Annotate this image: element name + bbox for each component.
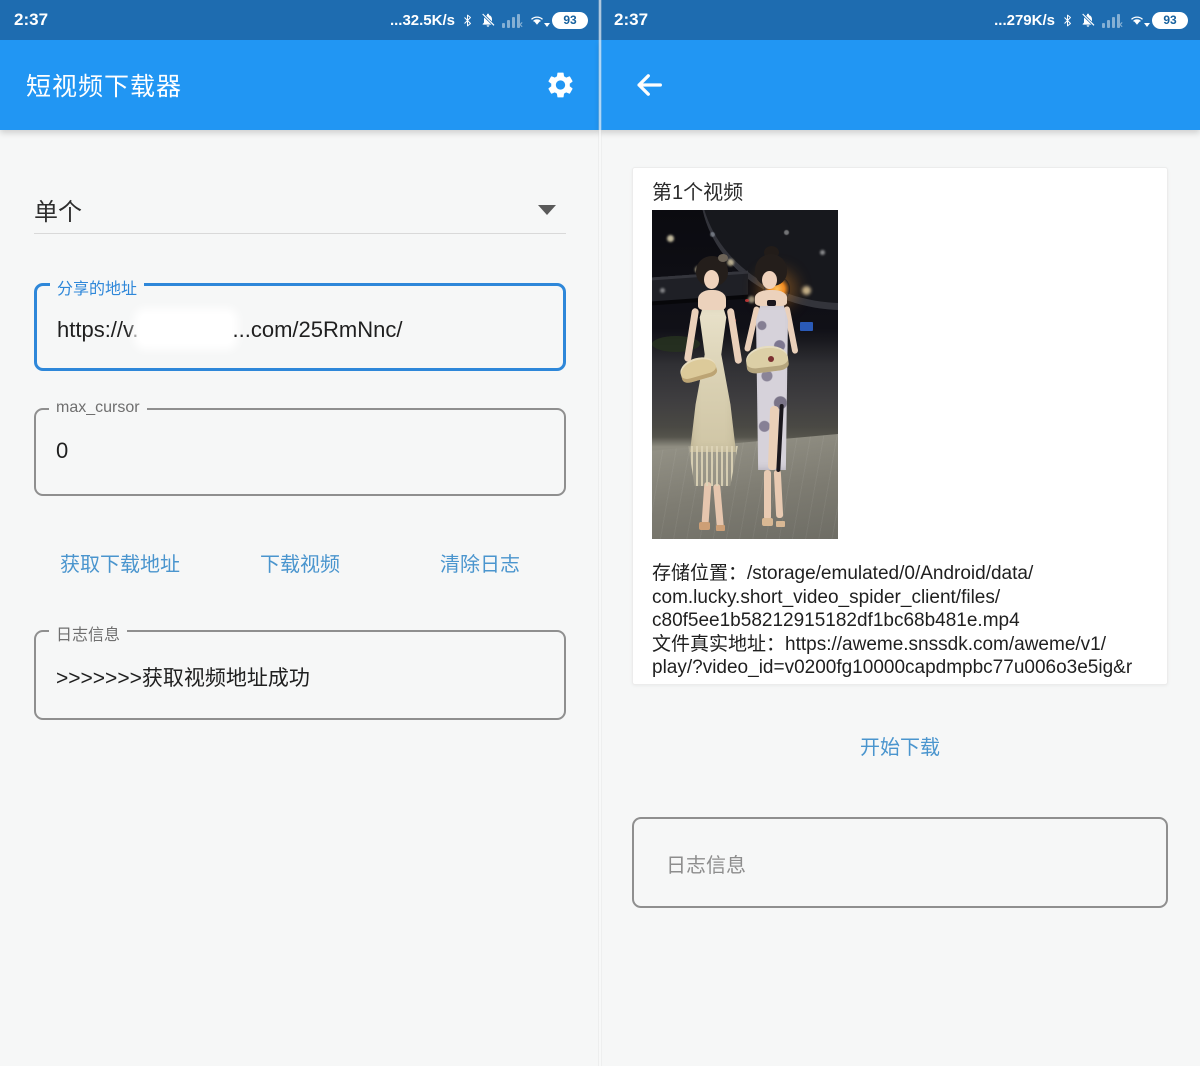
photo-left-woman-shoes <box>699 522 710 530</box>
back-arrow-icon[interactable] <box>632 68 666 102</box>
status-icon-cluster: ...279K/s × 93 <box>994 12 1188 29</box>
share-url-label: 分享的地址 <box>50 275 144 299</box>
status-bar: 2:37 ...279K/s × 93 <box>600 0 1200 40</box>
photo-pavement <box>652 434 838 539</box>
video-result-card: 第1个视频 <box>632 167 1168 685</box>
storage-path-line: com.lucky.short_video_spider_client/file… <box>652 586 1163 610</box>
storage-path-line: c80f5ee1b58212915182df1bc68b481e.mp4 <box>652 609 1163 633</box>
wifi-speed-tick <box>1144 23 1150 27</box>
start-download-button[interactable]: 开始下载 <box>600 731 1200 760</box>
bluetooth-icon <box>1061 12 1074 29</box>
app-bar <box>600 40 1200 130</box>
chevron-down-icon <box>538 205 556 215</box>
log-info-field[interactable]: 日志信息 >>>>>>>获取视频地址成功 <box>34 630 566 720</box>
wifi-icon <box>1128 12 1146 28</box>
share-url-prefix: https://v. <box>57 317 139 342</box>
photo-left-woman-hair-ornament <box>718 254 728 262</box>
mute-bell-icon <box>1080 12 1096 28</box>
network-speed: ...32.5K/s <box>390 12 455 29</box>
file-url-line: play/?video_id=v0200fg10000capdmpbc77u00… <box>652 656 1163 680</box>
mode-dropdown[interactable]: 单个 <box>34 192 566 234</box>
storage-path-line: 存储位置：/storage/emulated/0/Android/data/ <box>652 562 1163 586</box>
status-bar: 2:37 ...32.5K/s × 93 <box>0 0 600 40</box>
right-phone-screen: 2:37 ...279K/s × 93 <box>600 0 1200 1066</box>
video-file-info: 存储位置：/storage/emulated/0/Android/data/ c… <box>652 562 1163 680</box>
get-download-address-button[interactable]: 获取下载地址 <box>60 548 180 577</box>
max-cursor-label: max_cursor <box>49 399 147 417</box>
network-speed: ...279K/s <box>994 12 1055 29</box>
log-info-label: 日志信息 <box>49 621 127 645</box>
log-info-placeholder: 日志信息 <box>666 849 746 878</box>
left-phone-screen: 2:37 ...32.5K/s × 93 短视频下载器 <box>0 0 600 1066</box>
photo-right-woman-leg <box>764 470 771 520</box>
photo-bokeh-lights <box>652 210 657 215</box>
log-info-box[interactable]: 日志信息 <box>632 817 1168 908</box>
share-url-suffix: ...com/25RmNnc/ <box>233 317 403 342</box>
share-url-field[interactable]: 分享的地址 https://v....com/25RmNnc/ <box>34 283 566 371</box>
photo-right-woman-fan-mark <box>768 356 774 362</box>
no-sim-x: × <box>517 20 523 31</box>
photo-right-woman-face <box>762 271 777 289</box>
battery-indicator: 93 <box>1152 12 1188 29</box>
photo-blue-road-sign <box>800 322 813 331</box>
settings-gear-icon[interactable] <box>545 70 576 101</box>
download-video-button[interactable]: 下载视频 <box>260 548 340 577</box>
wifi-icon <box>528 12 546 28</box>
battery-percent: 93 <box>563 13 576 27</box>
video-thumbnail[interactable] <box>652 210 838 539</box>
photo-left-woman-face <box>704 270 719 289</box>
photo-left-woman-shoulders <box>698 290 726 310</box>
max-cursor-field[interactable]: max_cursor 0 <box>34 408 566 496</box>
status-icon-cluster: ...32.5K/s × 93 <box>390 12 588 29</box>
wifi-speed-tick <box>544 23 550 27</box>
file-url-line: 文件真实地址：https://aweme.snssdk.com/aweme/v1… <box>652 633 1163 657</box>
mute-bell-icon <box>480 12 496 28</box>
redaction-blur <box>140 314 232 344</box>
app-title: 短视频下载器 <box>26 67 182 103</box>
battery-percent: 93 <box>1163 13 1176 27</box>
app-bar: 短视频下载器 <box>0 40 600 130</box>
battery-indicator: 93 <box>552 12 588 29</box>
mode-dropdown-value: 单个 <box>34 199 82 226</box>
max-cursor-value[interactable]: 0 <box>56 438 68 464</box>
clock: 2:37 <box>614 10 648 30</box>
photo-right-woman-shoes <box>762 518 773 526</box>
video-card-title: 第1个视频 <box>652 176 743 205</box>
clock: 2:37 <box>14 10 48 30</box>
clear-log-button[interactable]: 清除日志 <box>440 548 520 577</box>
log-info-value: >>>>>>>获取视频地址成功 <box>56 662 310 692</box>
cellular-signal-icon: × <box>502 13 522 28</box>
photo-right-woman-bow <box>767 300 776 306</box>
share-url-value[interactable]: https://v. ...com/25RmNnc/ <box>57 314 402 344</box>
no-sim-x: × <box>1117 20 1123 31</box>
bluetooth-icon <box>461 12 474 29</box>
cellular-signal-icon: × <box>1102 13 1122 28</box>
